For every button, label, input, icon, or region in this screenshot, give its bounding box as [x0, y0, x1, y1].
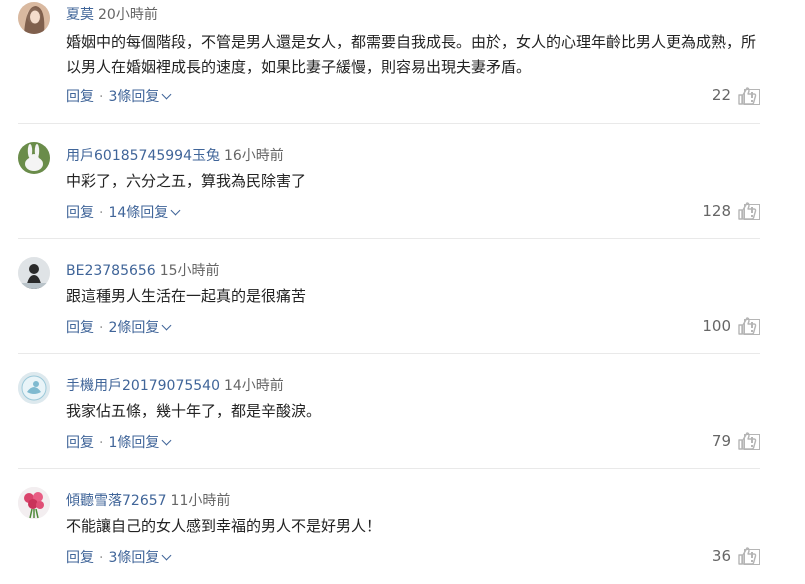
- separator-dot: ·: [99, 550, 104, 566]
- username-link[interactable]: 用戶60185745994玉兔: [66, 148, 220, 164]
- avatar[interactable]: [18, 257, 50, 289]
- comment-time: 14小時前: [223, 378, 284, 394]
- reply-button[interactable]: 回复: [66, 435, 94, 451]
- separator-dot: ·: [99, 205, 104, 221]
- report-icon[interactable]: [744, 319, 760, 335]
- comment-time: 16小時前: [223, 148, 284, 164]
- rabbit-icon: [18, 142, 50, 174]
- like-count: 79: [711, 432, 731, 450]
- reply-button[interactable]: 回复: [66, 550, 94, 566]
- comment-item: 夏莫 20小時前 婚姻中的每個階段，不管是男人還是女人，都需要自我成長。由於，女人…: [0, 0, 805, 115]
- separator-dot: ·: [99, 320, 104, 336]
- comment-time: 11小時前: [170, 493, 231, 509]
- like-count: 100: [702, 317, 731, 335]
- view-replies-button[interactable]: 3條回复: [108, 550, 172, 566]
- reply-button[interactable]: 回复: [66, 320, 94, 336]
- like-count: 22: [711, 86, 731, 104]
- replies-count: 14條回复: [108, 205, 169, 221]
- comment-item: 手機用戶20179075540 14小時前 我家佔五條，幾十年了，都是辛酸淚。 回…: [0, 354, 805, 469]
- avatar[interactable]: [18, 142, 50, 174]
- comment-text: 跟這種男人生活在一起真的是很痛苦: [66, 287, 307, 305]
- separator-dot: ·: [99, 435, 104, 451]
- separator-dot: ·: [99, 89, 104, 105]
- avatar[interactable]: [18, 372, 50, 404]
- comment-text: 我家佔五條，幾十年了，都是辛酸淚。: [66, 402, 322, 420]
- replies-count: 3條回复: [108, 550, 160, 566]
- comment-item: 傾聽雪落72657 11小時前 不能讓自己的女人感到幸福的男人不是好男人！ 回复 ·…: [0, 469, 805, 584]
- like-count: 128: [702, 202, 731, 220]
- username-link[interactable]: 傾聽雪落72657: [66, 493, 167, 509]
- report-icon[interactable]: [744, 434, 760, 450]
- comment-time: 15小時前: [159, 263, 220, 279]
- reply-button[interactable]: 回复: [66, 205, 94, 221]
- comment-text: 婚姻中的每個階段，不管是男人還是女人，都需要自我成長。由於，女人的心理年齡比男人…: [66, 33, 757, 76]
- chevron-down-icon: [170, 205, 181, 216]
- username-link[interactable]: 手機用戶20179075540: [66, 378, 220, 394]
- flowers-icon: [18, 487, 50, 519]
- comment-time: 20小時前: [98, 7, 158, 23]
- comment-item: 用戶60185745994玉兔 16小時前 中彩了，六分之五，算我為民除害了 回复…: [0, 124, 805, 239]
- view-replies-button[interactable]: 2條回复: [108, 320, 172, 336]
- comment-item: BE23785656 15小時前 跟這種男人生活在一起真的是很痛苦 回复 · 2條回复…: [0, 239, 805, 354]
- view-replies-button[interactable]: 1條回复: [108, 435, 172, 451]
- view-replies-button[interactable]: 14條回复: [108, 205, 181, 221]
- chevron-down-icon: [161, 320, 172, 331]
- replies-count: 2條回复: [108, 320, 160, 336]
- comment-text: 不能讓自己的女人感到幸福的男人不是好男人！: [66, 517, 382, 535]
- avatar[interactable]: [18, 2, 50, 34]
- avatar[interactable]: [18, 487, 50, 519]
- username-link[interactable]: 夏莫: [66, 7, 94, 23]
- chevron-down-icon: [161, 89, 172, 100]
- report-icon[interactable]: [744, 204, 760, 220]
- chevron-down-icon: [161, 550, 172, 561]
- default-user-icon: [18, 372, 50, 404]
- report-icon[interactable]: [744, 89, 760, 105]
- reply-button[interactable]: 回复: [66, 89, 94, 105]
- like-count: 36: [711, 547, 731, 565]
- report-icon[interactable]: [744, 549, 760, 565]
- chevron-down-icon: [161, 435, 172, 446]
- woman-portrait-icon: [18, 2, 50, 34]
- replies-count: 3條回复: [108, 89, 160, 105]
- username-link[interactable]: BE23785656: [66, 263, 156, 279]
- view-replies-button[interactable]: 3條回复: [108, 89, 172, 105]
- comment-text: 中彩了，六分之五，算我為民除害了: [66, 172, 307, 190]
- person-silhouette-icon: [18, 257, 50, 289]
- replies-count: 1條回复: [108, 435, 160, 451]
